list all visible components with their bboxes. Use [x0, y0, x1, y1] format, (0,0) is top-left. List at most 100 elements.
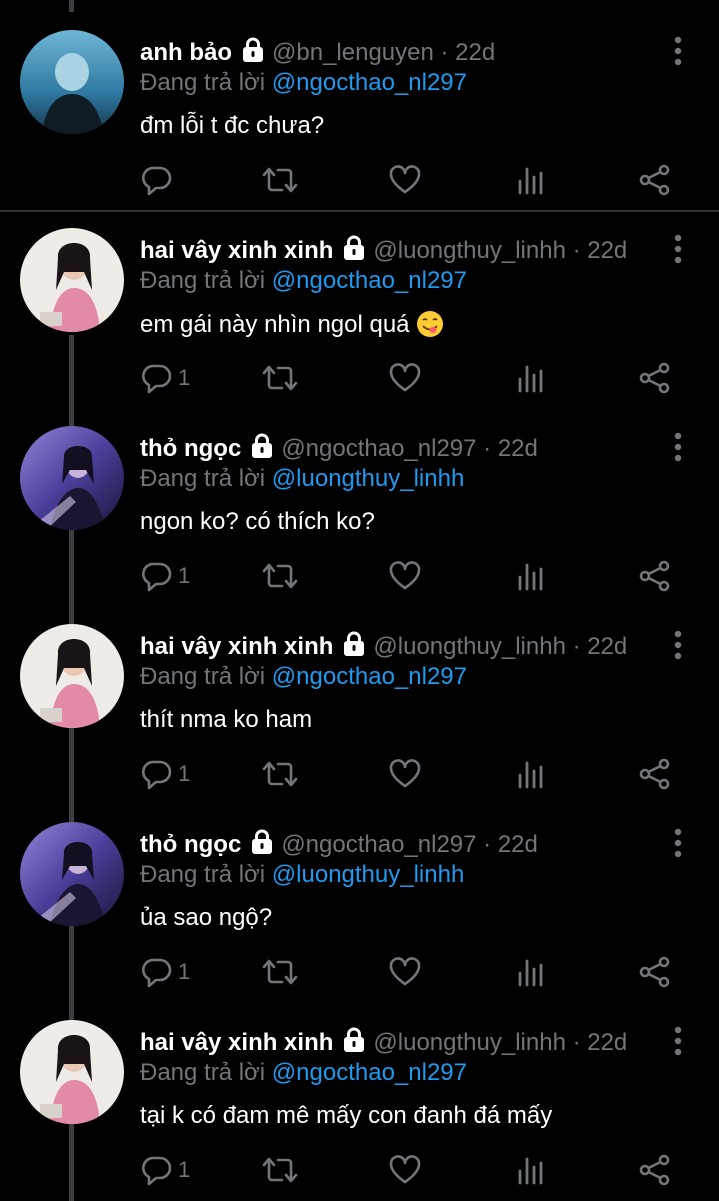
savoring-food-emoji — [416, 311, 443, 337]
tweet[interactable]: thỏ ngọc @ngocthao_nl297 · 22d Đang trả l… — [0, 792, 719, 990]
display-name[interactable]: thỏ ngọc — [140, 435, 241, 462]
share-icon — [639, 362, 670, 394]
share-icon — [639, 164, 670, 196]
views-button[interactable] — [516, 559, 546, 593]
reply-button[interactable] — [140, 163, 178, 197]
heart-icon — [389, 1155, 421, 1184]
replying-to: Đang trả lời @luongthuy_linhh — [140, 465, 464, 493]
reply-button[interactable]: 1 — [140, 1153, 190, 1187]
tweet[interactable]: hai vây xinh xinh @luongthuy_linhh · 22d … — [0, 594, 719, 792]
tweet[interactable]: hai vây xinh xinh @luongthuy_linhh · 22d … — [0, 990, 719, 1188]
share-button[interactable] — [638, 361, 672, 395]
tweet-text: em gái này nhìn ngol quá — [140, 310, 444, 339]
display-name[interactable]: hai vây xinh xinh — [140, 1029, 333, 1056]
mention-link[interactable]: @luongthuy_linhh — [272, 861, 465, 888]
views-button[interactable] — [516, 757, 546, 791]
avatar-purple-girl[interactable] — [20, 426, 124, 530]
views-button[interactable] — [516, 163, 546, 197]
reply-icon — [142, 760, 172, 790]
tweet-text-content: đm lỗi t đc chưa? — [140, 112, 325, 139]
views-button[interactable] — [516, 1153, 546, 1187]
heart-icon — [389, 957, 421, 986]
mention-link[interactable]: @luongthuy_linhh — [272, 465, 465, 492]
views-button[interactable] — [516, 955, 546, 989]
share-button[interactable] — [638, 559, 672, 593]
mention-link[interactable]: @ngocthao_nl297 — [272, 267, 467, 294]
like-button[interactable] — [388, 955, 422, 989]
display-name[interactable]: hai vây xinh xinh — [140, 633, 333, 660]
more-vertical-icon[interactable] — [670, 432, 686, 462]
avatar-purple-girl[interactable] — [20, 822, 124, 926]
tweet-header: thỏ ngọc @ngocthao_nl297 · 22d — [140, 433, 538, 463]
share-button[interactable] — [638, 955, 672, 989]
retweet-icon — [262, 959, 298, 985]
handle-and-time[interactable]: @bn_lenguyen · 22d — [272, 39, 495, 66]
tweet-header: hai vây xinh xinh @luongthuy_linhh · 22d — [140, 1027, 627, 1057]
retweet-button[interactable] — [260, 361, 300, 395]
action-bar: 1 — [140, 955, 700, 989]
share-button[interactable] — [638, 163, 672, 197]
like-button[interactable] — [388, 1153, 422, 1187]
display-name[interactable]: hai vây xinh xinh — [140, 237, 333, 264]
reply-button[interactable]: 1 — [140, 955, 190, 989]
like-button[interactable] — [388, 361, 422, 395]
tweet[interactable]: anh bảo @bn_lenguyen · 22d Đang trả lời @… — [0, 0, 719, 198]
share-icon — [639, 560, 670, 592]
tweet-text: ủa sao ngộ? — [140, 904, 272, 932]
retweet-icon — [262, 167, 298, 193]
more-vertical-icon[interactable] — [670, 234, 686, 264]
tweet[interactable]: thỏ ngọc @ngocthao_nl297 · 22d Đang trả l… — [0, 396, 719, 594]
tweet-header: anh bảo @bn_lenguyen · 22d — [140, 37, 495, 67]
replying-to-label: Đang trả lời — [140, 465, 272, 492]
avatar-pink-girl[interactable] — [20, 1020, 124, 1124]
share-button[interactable] — [638, 1153, 672, 1187]
avatar-blue-hair[interactable] — [20, 30, 124, 134]
more-vertical-icon[interactable] — [670, 36, 686, 66]
reply-icon — [142, 958, 172, 988]
action-bar: 1 — [140, 1153, 700, 1187]
tweet-text: thít nma ko ham — [140, 706, 312, 734]
more-vertical-icon[interactable] — [670, 828, 686, 858]
like-button[interactable] — [388, 163, 422, 197]
handle-and-time[interactable]: @ngocthao_nl297 · 22d — [281, 435, 538, 462]
display-name[interactable]: anh bảo — [140, 39, 232, 66]
share-button[interactable] — [638, 757, 672, 791]
replying-to: Đang trả lời @ngocthao_nl297 — [140, 663, 467, 691]
handle-and-time[interactable]: @luongthuy_linhh · 22d — [373, 237, 627, 264]
lock-icon — [243, 37, 264, 62]
tweet-header: thỏ ngọc @ngocthao_nl297 · 22d — [140, 829, 538, 859]
retweet-button[interactable] — [260, 1153, 300, 1187]
mention-link[interactable]: @ngocthao_nl297 — [272, 663, 467, 690]
display-name[interactable]: thỏ ngọc — [140, 831, 241, 858]
heart-icon — [389, 165, 421, 194]
handle-and-time[interactable]: @luongthuy_linhh · 22d — [373, 1029, 627, 1056]
reply-button[interactable]: 1 — [140, 361, 190, 395]
replying-to-label: Đang trả lời — [140, 1059, 272, 1086]
more-vertical-icon[interactable] — [670, 630, 686, 660]
retweet-button[interactable] — [260, 163, 300, 197]
like-button[interactable] — [388, 559, 422, 593]
handle-and-time[interactable]: @luongthuy_linhh · 22d — [373, 633, 627, 660]
replying-to: Đang trả lời @ngocthao_nl297 — [140, 1059, 467, 1087]
retweet-button[interactable] — [260, 955, 300, 989]
tweet-text-content: ủa sao ngộ? — [140, 904, 273, 931]
handle-and-time[interactable]: @ngocthao_nl297 · 22d — [281, 831, 538, 858]
mention-link[interactable]: @ngocthao_nl297 — [272, 69, 467, 96]
retweet-button[interactable] — [260, 559, 300, 593]
retweet-button[interactable] — [260, 757, 300, 791]
avatar-pink-girl[interactable] — [20, 624, 124, 728]
tweet[interactable]: hai vây xinh xinh @luongthuy_linhh · 22d … — [0, 198, 719, 396]
replying-to: Đang trả lời @luongthuy_linhh — [140, 861, 464, 889]
reply-button[interactable]: 1 — [140, 757, 190, 791]
tweet-text-content: tại k có đam mê mấy con đanh đá mấy — [140, 1102, 553, 1129]
tweet-header: hai vây xinh xinh @luongthuy_linhh · 22d — [140, 235, 627, 265]
tweet-text-content: thít nma ko ham — [140, 706, 313, 733]
mention-link[interactable]: @ngocthao_nl297 — [272, 1059, 467, 1086]
share-icon — [639, 956, 670, 988]
views-button[interactable] — [516, 361, 546, 395]
like-button[interactable] — [388, 757, 422, 791]
analytics-icon — [518, 365, 543, 393]
reply-button[interactable]: 1 — [140, 559, 190, 593]
more-vertical-icon[interactable] — [670, 1026, 686, 1056]
avatar-pink-girl[interactable] — [20, 228, 124, 332]
